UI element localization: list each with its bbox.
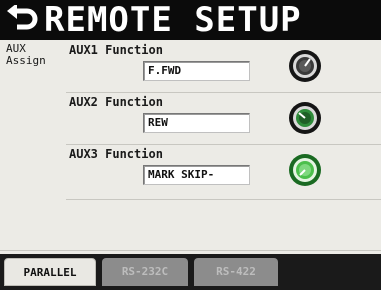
aux-assign-label: AUX Assign [6, 43, 46, 67]
remote-setup-screen: REMOTE SETUP AUX Assign AUX1 Function F.… [0, 0, 381, 290]
tab-rs422[interactable]: RS-422 [194, 258, 278, 286]
aux2-function-value[interactable]: REW [143, 113, 250, 133]
aux2-function-label: AUX2 Function [69, 95, 163, 109]
title-bar: REMOTE SETUP [0, 0, 381, 40]
bottom-divider [0, 250, 381, 251]
page-title: REMOTE SETUP [44, 0, 302, 40]
aux1-knob-icon[interactable] [288, 49, 322, 83]
tab-rs232c[interactable]: RS-232C [102, 258, 188, 286]
settings-panel: AUX Assign AUX1 Function F.FWD AUX2 Func… [0, 40, 381, 254]
aux2-knob-icon[interactable] [288, 101, 322, 135]
return-arrow-icon [7, 5, 38, 30]
aux-assign-line2: Assign [6, 54, 46, 67]
aux3-section: AUX3 Function MARK SKIP- [66, 144, 381, 200]
aux3-knob-icon[interactable] [288, 153, 322, 187]
tab-parallel[interactable]: PARALLEL [4, 258, 96, 286]
tab-bar: PARALLEL RS-232C RS-422 [0, 254, 381, 290]
aux2-section: AUX2 Function REW [66, 92, 381, 145]
aux1-section: AUX1 Function F.FWD [66, 40, 381, 93]
aux1-function-label: AUX1 Function [69, 43, 163, 57]
aux3-function-value[interactable]: MARK SKIP- [143, 165, 250, 185]
aux1-function-value[interactable]: F.FWD [143, 61, 250, 81]
back-button[interactable] [2, 3, 42, 37]
aux3-function-label: AUX3 Function [69, 147, 163, 161]
